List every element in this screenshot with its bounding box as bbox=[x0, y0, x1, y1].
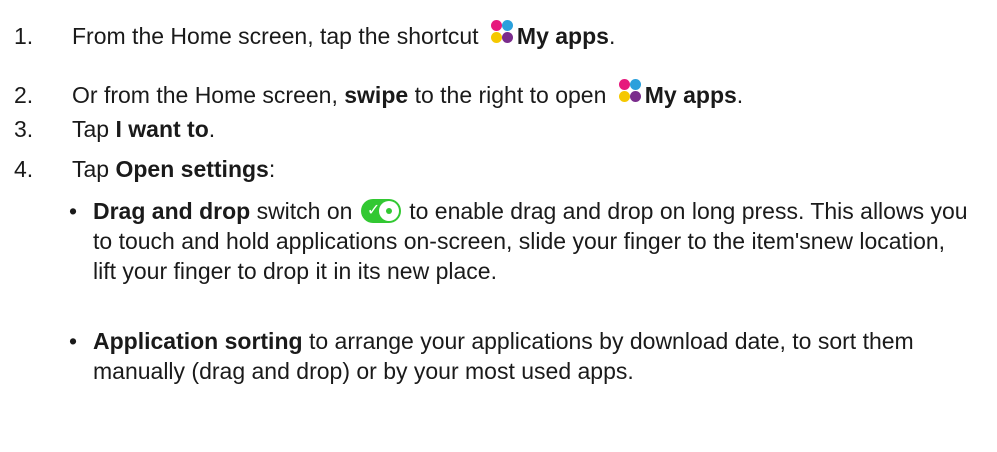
my-apps-icon bbox=[617, 77, 643, 105]
bullet-item-drag-and-drop: • Drag and drop switch on ✓ to enable dr… bbox=[69, 198, 968, 284]
step-number: 4. bbox=[14, 156, 34, 182]
my-apps-icon bbox=[489, 18, 515, 46]
instructions-document: 1. From the Home screen, tap the shortcut… bbox=[0, 0, 997, 452]
step-number: 2. bbox=[14, 82, 34, 108]
swipe-label: swipe bbox=[344, 82, 409, 108]
step-text: From the Home screen, tap the shortcut bbox=[72, 23, 479, 49]
i-want-to-label: I want to bbox=[115, 116, 209, 142]
step-text: Tap bbox=[72, 116, 110, 142]
bullet-icon: • bbox=[69, 328, 78, 354]
open-settings-label: Open settings bbox=[115, 156, 269, 182]
step-number: 3. bbox=[14, 116, 34, 142]
step-4: 4. Tap Open settings: bbox=[14, 156, 276, 182]
application-sorting-label: Application sorting bbox=[93, 328, 303, 354]
step-3: 3. Tap I want to. bbox=[14, 116, 216, 142]
my-apps-label: My apps bbox=[644, 82, 737, 108]
toggle-switch-on-icon: ✓ bbox=[360, 199, 401, 223]
bullet-item-application-sorting: • Application sorting to arrange your ap… bbox=[69, 326, 973, 386]
drag-and-drop-label: Drag and drop bbox=[93, 198, 251, 224]
step-number: 1. bbox=[14, 23, 34, 49]
step-text: Tap bbox=[72, 156, 110, 182]
step-2: 2. Or from the Home screen, swipe to the … bbox=[14, 77, 743, 110]
step-text: Or from the Home screen, bbox=[72, 82, 338, 108]
step-text: to the right to open bbox=[414, 82, 607, 108]
bullet-icon: • bbox=[69, 198, 78, 224]
step-1: 1. From the Home screen, tap the shortcut… bbox=[14, 18, 615, 51]
my-apps-label: My apps bbox=[516, 23, 609, 49]
